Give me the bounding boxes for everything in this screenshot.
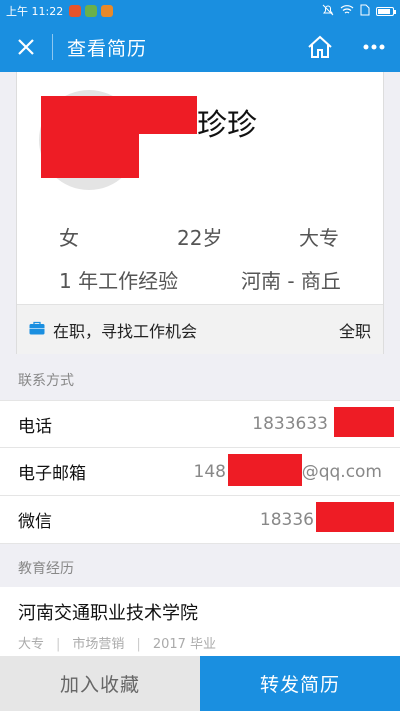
age: 22岁 [177,226,223,250]
email-row[interactable]: 电子邮箱 148 @qq.com [0,448,400,496]
wechat-row[interactable]: 微信 18336 [0,496,400,544]
phone-redaction [334,407,394,437]
education-level: 大专 [299,226,339,250]
more-icon [363,44,385,50]
job-status: 在职，寻找工作机会 [53,321,198,341]
education-section-title: 教育经历 [18,561,74,577]
briefcase-icon [29,320,45,339]
school-name: 河南交通职业技术学院 [18,603,198,624]
candidate-name: 珍珍 [197,108,257,143]
education-meta: 大专 | 市场营销 | 2017 毕业 [18,633,382,652]
phone-row[interactable]: 电话 1833633 [0,400,400,448]
wechat-redaction [316,502,394,532]
wechat-value: 18336 [259,509,314,530]
sim-icon [360,4,370,19]
bottom-action-bar: 加入收藏 转发简历 [0,656,400,711]
email-suffix: @qq.com [301,461,382,482]
email-label: 电子邮箱 [18,464,86,484]
profile-card: 珍珍 女 22岁 大专 1 年工作经验 河南 - 商丘 在职，寻找工作机会 全职 [16,72,384,354]
email-prefix: 148 [193,461,226,482]
title-divider [52,34,53,60]
close-button[interactable] [0,22,52,72]
phone-value: 1833633 [252,414,328,434]
app-notification-icon [85,5,98,17]
title-bar: 查看简历 [0,22,400,72]
status-time: 上午 11:22 [6,5,64,18]
job-type: 全职 [338,321,371,341]
wifi-icon [340,4,354,18]
more-options-button[interactable] [352,22,396,72]
home-button[interactable] [300,22,340,72]
separator-2: | [136,637,141,652]
wechat-label: 微信 [18,512,52,532]
home-icon [308,35,332,58]
email-redaction [228,454,302,486]
separator: | [56,637,61,652]
redaction-block-2 [135,96,197,134]
work-experience: 1 年工作经验 [59,269,179,293]
contact-section-title: 联系方式 [18,373,74,389]
job-status-bar: 在职，寻找工作机会 全职 [17,304,383,354]
graduation-year: 2017 毕业 [152,637,217,652]
battery-icon [376,6,396,16]
page-title: 查看简历 [67,37,148,60]
close-icon [18,39,34,55]
mute-icon [322,4,334,19]
major: 市场营销 [72,637,125,652]
gender: 女 [59,226,79,250]
location: 河南 - 商丘 [241,269,341,293]
redaction-block [41,96,139,178]
education-item[interactable]: 河南交通职业技术学院 大专 | 市场营销 | 2017 毕业 [0,587,400,657]
app-notification-icon-2 [101,5,114,17]
add-to-favorites-button[interactable]: 加入收藏 [0,656,200,711]
forward-resume-button[interactable]: 转发简历 [200,656,400,711]
degree: 大专 [18,637,45,652]
phone-label: 电话 [18,416,52,437]
status-bar: 上午 11:22 [0,0,400,22]
warning-notification-icon [69,5,82,17]
